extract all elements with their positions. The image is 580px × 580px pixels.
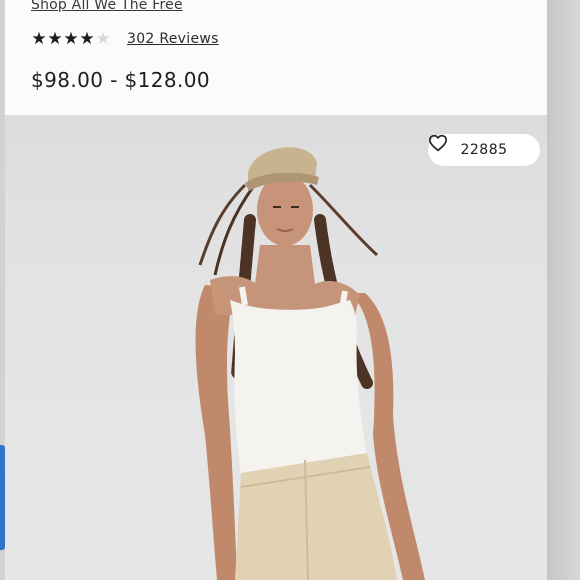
rating-row: ★ ★ ★ ★ ★ 302 Reviews bbox=[31, 30, 219, 48]
star-rating: ★ ★ ★ ★ ★ bbox=[31, 30, 111, 48]
product-image[interactable]: 22885 bbox=[5, 115, 547, 580]
star-filled-icon: ★ bbox=[79, 29, 95, 49]
star-empty-icon: ★ bbox=[95, 29, 111, 49]
price-range: $98.00 - $128.00 bbox=[31, 68, 211, 92]
model-photo-illustration bbox=[195, 147, 425, 580]
reviews-link[interactable]: 302 Reviews bbox=[127, 31, 219, 47]
product-card: Shop All We The Free ★ ★ ★ ★ ★ 302 Revie… bbox=[5, 0, 547, 580]
star-filled-icon: ★ bbox=[31, 29, 47, 49]
favorites-count: 22885 bbox=[460, 142, 508, 158]
star-filled-icon: ★ bbox=[47, 29, 63, 49]
heart-icon bbox=[429, 134, 447, 152]
adjacent-panel-edge bbox=[547, 0, 580, 580]
favorite-button[interactable]: 22885 bbox=[428, 134, 540, 166]
shop-brand-link[interactable]: Shop All We The Free bbox=[31, 0, 183, 13]
star-filled-icon: ★ bbox=[63, 29, 79, 49]
